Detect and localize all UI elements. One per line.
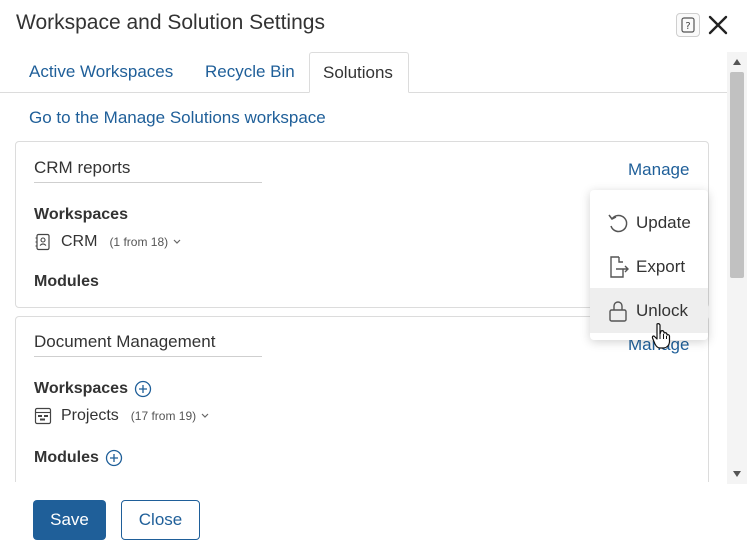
chevron-down-icon[interactable] — [172, 238, 182, 246]
workspace-item[interactable]: Projects (17 from 19) — [34, 407, 210, 425]
tab-active-workspaces[interactable]: Active Workspaces — [16, 52, 186, 93]
workspace-count: (17 from 19) — [130, 409, 197, 423]
question-icon: ? — [681, 17, 695, 33]
tab-solutions[interactable]: Solutions — [309, 52, 409, 93]
workspaces-label: Workspaces — [34, 380, 152, 398]
lock-icon — [606, 299, 630, 323]
menu-item-label: Export — [636, 256, 686, 276]
scroll-up-arrow-icon[interactable] — [727, 52, 747, 72]
workspace-item[interactable]: CRM (1 from 18) — [34, 233, 182, 251]
manage-solutions-link[interactable]: Go to the Manage Solutions workspace — [29, 108, 326, 128]
dialog-title: Workspace and Solution Settings — [16, 11, 325, 34]
workspace-count: (1 from 18) — [109, 235, 169, 249]
update-icon — [606, 211, 630, 235]
contact-card-icon — [34, 233, 52, 251]
workspace-name: Projects — [61, 407, 119, 424]
modules-label: Modules — [34, 273, 99, 290]
hand-cursor-icon — [651, 322, 671, 350]
scroll-thumb[interactable] — [730, 72, 744, 278]
solution-title: CRM reports — [34, 158, 262, 183]
tab-bar: Active Workspaces Recycle Bin Solutions — [0, 52, 727, 93]
chevron-down-icon[interactable] — [200, 412, 210, 420]
scroll-down-arrow-icon[interactable] — [727, 464, 747, 484]
help-button[interactable]: ? — [676, 13, 700, 37]
solution-title: Document Management — [34, 332, 262, 357]
modules-label: Modules — [34, 449, 123, 467]
manage-dropdown-menu: Update Export Unlock — [590, 190, 708, 340]
tab-recycle-bin[interactable]: Recycle Bin — [192, 52, 308, 93]
menu-item-export[interactable]: Export — [590, 244, 708, 289]
add-module-icon[interactable] — [105, 449, 123, 467]
vertical-scrollbar[interactable] — [727, 52, 747, 484]
close-button[interactable]: Close — [121, 500, 200, 540]
menu-item-unlock[interactable]: Unlock — [590, 288, 708, 333]
menu-item-label: Unlock — [636, 300, 688, 320]
svg-text:?: ? — [685, 21, 690, 32]
close-icon — [708, 15, 728, 35]
menu-item-label: Update — [636, 212, 691, 232]
solution-card: Document Management Manage Workspaces Pr… — [15, 316, 709, 482]
workspaces-label: Workspaces — [34, 206, 128, 223]
add-workspace-icon[interactable] — [134, 380, 152, 398]
workspace-name: CRM — [61, 233, 98, 250]
export-icon — [606, 255, 630, 279]
save-button[interactable]: Save — [33, 500, 106, 540]
manage-link[interactable]: Manage — [628, 160, 689, 180]
projects-icon — [34, 407, 52, 425]
menu-item-update[interactable]: Update — [590, 200, 708, 245]
close-dialog-button[interactable] — [707, 13, 729, 37]
